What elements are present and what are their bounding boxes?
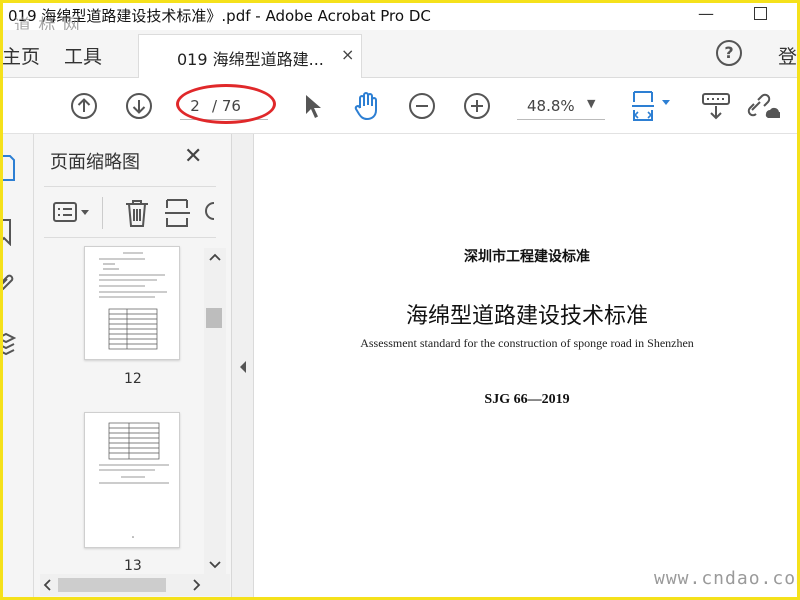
chevron-down-icon: ▼	[587, 97, 596, 110]
page-thumbnail[interactable]	[84, 412, 180, 548]
document-subtitle-en: Assessment standard for the construction…	[360, 336, 694, 350]
tab-bar: 主页 工具 019 海绵型道路建... × ? 登	[0, 30, 800, 78]
page-thumbnail[interactable]	[84, 246, 180, 360]
thumbnail-preview	[99, 252, 167, 350]
thumbnail-toolbar	[44, 186, 216, 238]
hand-tool-icon[interactable]	[352, 90, 382, 122]
footer-watermark: www.cndao.com	[654, 568, 800, 589]
scrollbar-thumb[interactable]	[58, 578, 166, 592]
thumbnail-panel: 页面缩略图 ✕ 12 13	[34, 134, 232, 600]
next-page-icon[interactable]	[125, 92, 153, 120]
fit-page-icon[interactable]	[630, 88, 676, 124]
bookmarks-icon[interactable]	[0, 218, 16, 246]
thumbnail-preview	[99, 422, 169, 538]
delete-page-icon[interactable]	[122, 197, 152, 229]
zoom-value: 48.8%	[527, 97, 575, 115]
share-link-icon[interactable]	[746, 90, 780, 122]
tab-document[interactable]: 019 海绵型道路建... ×	[138, 34, 362, 78]
document-title: 海绵型道路建设技术标准	[405, 304, 648, 329]
document-org: 深圳市工程建设标准	[464, 249, 590, 265]
panel-close-button[interactable]: ✕	[184, 144, 202, 169]
previous-page-icon[interactable]	[70, 92, 98, 120]
zoom-level-dropdown[interactable]: 48.8% ▼	[517, 92, 605, 120]
tab-close-button[interactable]: ×	[341, 45, 354, 64]
document-page: 深圳市工程建设标准 海绵型道路建设技术标准 Assessment standar…	[254, 134, 800, 600]
thumbnail-page-label: 12	[124, 371, 142, 387]
thumbnail-horizontal-scrollbar[interactable]	[40, 574, 230, 596]
document-code: SJG 66—2019	[484, 392, 570, 407]
tab-home[interactable]: 主页	[2, 42, 40, 69]
toolbar-divider	[102, 197, 103, 229]
minimize-button[interactable]: —	[698, 4, 714, 23]
scroll-up-icon[interactable]	[209, 252, 221, 262]
panel-title: 页面缩略图	[50, 152, 140, 173]
left-tool-rail	[0, 134, 34, 600]
select-cursor-icon[interactable]	[302, 92, 324, 120]
scroll-left-icon[interactable]	[42, 579, 52, 591]
zoom-in-icon[interactable]	[463, 92, 491, 120]
maximize-button[interactable]	[754, 7, 767, 20]
keyboard-read-icon[interactable]	[700, 90, 732, 122]
help-icon[interactable]: ?	[716, 40, 742, 66]
collapse-left-icon[interactable]	[238, 360, 248, 374]
scrollbar-thumb[interactable]	[206, 308, 222, 328]
main-toolbar: / 76 48.8% ▼	[0, 78, 800, 134]
thumbnail-options-icon[interactable]	[52, 201, 92, 225]
annotation-ellipse	[176, 84, 276, 124]
layers-icon[interactable]	[0, 332, 16, 358]
insert-page-icon[interactable]	[164, 197, 194, 229]
zoom-out-icon[interactable]	[408, 92, 436, 120]
scroll-right-icon[interactable]	[192, 579, 202, 591]
thumbnail-vertical-scrollbar[interactable]	[204, 248, 226, 578]
attachments-icon[interactable]	[0, 270, 16, 296]
panel-collapse-strip[interactable]	[232, 134, 254, 600]
scroll-down-icon[interactable]	[209, 560, 221, 570]
tab-tools[interactable]: 工具	[64, 42, 102, 69]
page-thumbnails-icon[interactable]	[0, 154, 16, 182]
thumbnail-page-label: 13	[124, 558, 142, 574]
title-bar: 019 海绵型道路建设技术标准》.pdf - Adobe Acrobat Pro…	[0, 0, 800, 36]
sign-in-link[interactable]: 登	[778, 42, 797, 69]
tab-document-label: 019 海绵型道路建...	[177, 50, 324, 69]
rotate-page-icon[interactable]	[202, 197, 216, 229]
